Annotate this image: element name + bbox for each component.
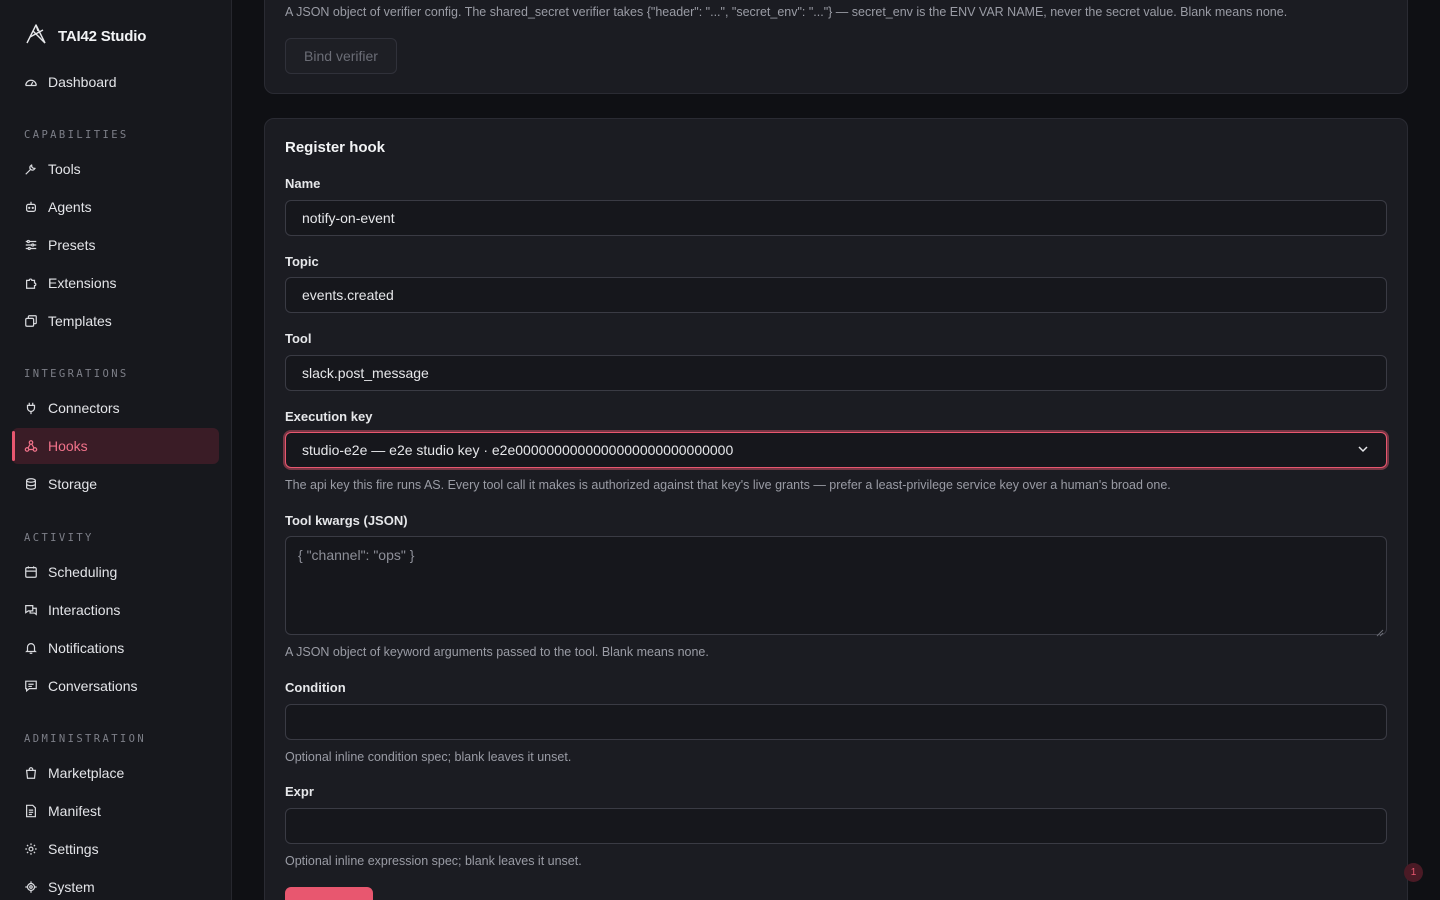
tool-kwargs-textarea[interactable]: { "channel": "ops" }: [285, 536, 1387, 637]
sidebar-item-dashboard[interactable]: Dashboard: [12, 64, 219, 100]
tool-input-value: slack.post_message: [302, 365, 429, 381]
copy-icon: [24, 314, 38, 328]
tool-kwargs-help: A JSON object of keyword arguments passe…: [285, 645, 709, 659]
messages-icon: [24, 603, 38, 617]
name-label: Name: [285, 176, 321, 191]
brand-logo-icon: [24, 22, 48, 51]
bell-icon: [24, 641, 38, 655]
file-text-icon: [24, 804, 38, 818]
webhook-icon: [24, 439, 38, 453]
sidebar-item-label: Templates: [48, 313, 112, 329]
topic-label: Topic: [285, 254, 319, 269]
topic-input[interactable]: events.created: [285, 277, 1387, 313]
sidebar-item-label: Presets: [48, 237, 96, 253]
bind-verifier-button[interactable]: Bind verifier: [285, 38, 397, 74]
sidebar-item-label: Hooks: [48, 438, 88, 454]
sidebar-item-conversations[interactable]: Conversations: [12, 668, 219, 704]
execution-key-select[interactable]: studio-e2e — e2e studio key · e2e0000000…: [285, 432, 1387, 468]
sidebar-item-label: Interactions: [48, 602, 121, 618]
verifier-help-text: A JSON object of verifier config. The sh…: [285, 5, 1288, 19]
sliders-icon: [24, 238, 38, 252]
topic-input-value: events.created: [302, 287, 394, 303]
tool-kwargs-label: Tool kwargs (JSON): [285, 513, 408, 528]
name-input-value: notify-on-event: [302, 210, 395, 226]
calendar-icon: [24, 565, 38, 579]
sidebar-item-label: Tools: [48, 161, 81, 177]
resize-grip-icon[interactable]: [1376, 624, 1384, 637]
sidebar-item-settings[interactable]: Settings: [12, 831, 219, 867]
expr-label: Expr: [285, 784, 314, 799]
sidebar-item-label: Marketplace: [48, 765, 125, 781]
sidebar-item-storage[interactable]: Storage: [12, 466, 219, 502]
sidebar: TAI42 Studio Dashboard CAPABILITIES Tool…: [0, 0, 232, 900]
tool-kwargs-placeholder: { "channel": "ops" }: [298, 547, 415, 563]
shopping-bag-icon: [24, 766, 38, 780]
sidebar-item-label: Storage: [48, 476, 98, 492]
sidebar-item-label: Settings: [48, 841, 99, 857]
sidebar-item-agents[interactable]: Agents: [12, 189, 219, 225]
execution-key-label: Execution key: [285, 409, 373, 424]
plug-icon: [24, 401, 38, 415]
execution-key-help: The api key this fire runs AS. Every too…: [285, 478, 1171, 492]
expr-help: Optional inline expression spec; blank l…: [285, 854, 582, 868]
notifications-badge[interactable]: 1: [1404, 863, 1423, 882]
brand-name: TAI42 Studio: [58, 28, 147, 45]
expr-input[interactable]: [285, 808, 1387, 844]
sidebar-item-label: System: [48, 879, 95, 895]
register-hook-card: Register hook Name notify-on-event Topic…: [264, 118, 1408, 900]
sidebar-item-interactions[interactable]: Interactions: [12, 592, 219, 628]
sidebar-item-label: Dashboard: [48, 74, 117, 90]
sidebar-item-connectors[interactable]: Connectors: [12, 390, 219, 426]
sidebar-item-scheduling[interactable]: Scheduling: [12, 554, 219, 590]
brand[interactable]: TAI42 Studio: [24, 22, 146, 51]
condition-label: Condition: [285, 680, 346, 695]
gear-icon: [24, 842, 38, 856]
gauge-icon: [24, 75, 38, 89]
section-label-integrations: INTEGRATIONS: [24, 368, 129, 380]
sidebar-item-notifications[interactable]: Notifications: [12, 630, 219, 666]
condition-help: Optional inline condition spec; blank le…: [285, 750, 572, 764]
cpu-icon: [24, 880, 38, 894]
sidebar-item-tools[interactable]: Tools: [12, 151, 219, 187]
card-title: Register hook: [285, 139, 386, 156]
register-button[interactable]: Register: [285, 887, 373, 900]
sidebar-item-label: Extensions: [48, 275, 117, 291]
puzzle-icon: [24, 276, 38, 290]
sidebar-item-label: Agents: [48, 199, 92, 215]
section-label-activity: ACTIVITY: [24, 532, 94, 544]
execution-key-value: studio-e2e — e2e studio key · e2e0000000…: [302, 442, 734, 458]
sidebar-item-label: Notifications: [48, 640, 125, 656]
chat-icon: [24, 679, 38, 693]
sidebar-item-label: Conversations: [48, 678, 138, 694]
sidebar-item-label: Scheduling: [48, 564, 118, 580]
sidebar-item-hooks[interactable]: Hooks: [12, 428, 219, 464]
sidebar-item-label: Manifest: [48, 803, 101, 819]
section-label-administration: ADMINISTRATION: [24, 733, 147, 745]
sidebar-item-system[interactable]: System: [12, 869, 219, 900]
sidebar-item-marketplace[interactable]: Marketplace: [12, 755, 219, 791]
sidebar-item-presets[interactable]: Presets: [12, 227, 219, 263]
bot-icon: [24, 200, 38, 214]
sidebar-item-label: Connectors: [48, 400, 120, 416]
tool-input[interactable]: slack.post_message: [285, 355, 1387, 391]
verifier-card: A JSON object of verifier config. The sh…: [264, 0, 1408, 94]
sidebar-item-extensions[interactable]: Extensions: [12, 265, 219, 301]
database-icon: [24, 477, 38, 491]
sidebar-item-manifest[interactable]: Manifest: [12, 793, 219, 829]
tool-label: Tool: [285, 331, 312, 346]
condition-input[interactable]: [285, 704, 1387, 740]
wrench-icon: [24, 162, 38, 176]
chevron-down-icon: [1356, 442, 1370, 459]
section-label-capabilities: CAPABILITIES: [24, 129, 129, 141]
sidebar-item-templates[interactable]: Templates: [12, 303, 219, 339]
name-input[interactable]: notify-on-event: [285, 200, 1387, 236]
